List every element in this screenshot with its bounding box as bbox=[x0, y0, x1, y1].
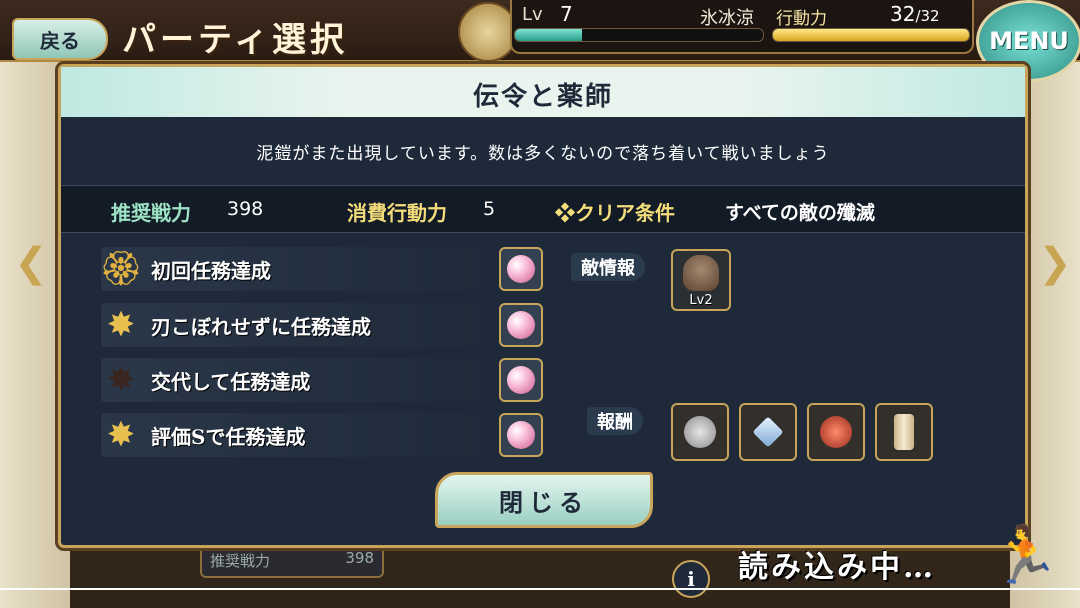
reward-item[interactable] bbox=[807, 403, 865, 461]
level-value: 7 bbox=[560, 2, 573, 26]
stamina-label: 行動力 bbox=[776, 9, 827, 29]
player-status: Lv 7 氷冰涼 行動力 32/32 bbox=[510, 0, 974, 54]
mission-label: 評価Sで任務達成 bbox=[151, 425, 306, 449]
mission-reward-slot[interactable] bbox=[499, 358, 543, 402]
background-power-strip: 推奨戦力 398 bbox=[200, 544, 384, 578]
info-icon[interactable]: i bbox=[672, 560, 710, 598]
reward-item[interactable] bbox=[875, 403, 933, 461]
background-power-label: 推奨戦力 bbox=[210, 552, 271, 570]
dialog-header: 伝令と薬師 bbox=[61, 67, 1025, 117]
stamina-cost-value: 5 bbox=[483, 198, 496, 220]
mission-label: 初回任務達成 bbox=[151, 259, 271, 283]
red-gold-medal-icon: 🏵 bbox=[99, 249, 143, 289]
pink-orb-icon bbox=[507, 311, 535, 339]
stamina-progress-bar bbox=[772, 28, 970, 42]
enemy-portrait-icon bbox=[683, 255, 719, 291]
mission-reward-slot[interactable] bbox=[499, 413, 543, 457]
loading-text: 読み込み中… bbox=[738, 550, 936, 585]
mission-row: ✸ 交代して任務達成 bbox=[101, 358, 543, 402]
player-name: 氷冰涼 bbox=[700, 8, 754, 29]
rewards-label: 報酬 bbox=[587, 407, 643, 435]
dialog-title: 伝令と薬師 bbox=[472, 82, 613, 112]
enemy-info-label: 敵情報 bbox=[571, 253, 645, 281]
enemy-card[interactable]: Lv2 bbox=[671, 249, 731, 311]
close-button[interactable]: 閉じる bbox=[435, 472, 653, 528]
pink-orb-icon bbox=[507, 255, 535, 283]
scroll-icon bbox=[894, 414, 914, 450]
loading-underline bbox=[0, 588, 1080, 590]
mission-info-band: 推奨戦力 398 消費行動力 5 ❖クリア条件 すべての敵の殲滅 bbox=[61, 185, 1025, 233]
reward-item[interactable] bbox=[671, 403, 729, 461]
stamina-progress-fill bbox=[773, 29, 969, 41]
crest-icon bbox=[458, 2, 518, 62]
clear-condition-value: すべての敵の殲滅 bbox=[725, 202, 875, 224]
gold-star-medal-icon: ✸ bbox=[106, 305, 136, 345]
level-progress-fill bbox=[515, 29, 582, 41]
mission-dialog: 伝令と薬師 泥鎧がまた出現しています。数は多くないので落ち着いて戦いましょう 推… bbox=[58, 64, 1028, 548]
mission-row: ✸ 刃こぼれせずに任務達成 bbox=[101, 303, 543, 347]
pink-orb-icon bbox=[507, 421, 535, 449]
clear-condition-label: ❖クリア条件 bbox=[555, 201, 675, 225]
stamina-value: 32/32 bbox=[890, 2, 940, 26]
enemy-level: Lv2 bbox=[689, 293, 713, 308]
charm-icon bbox=[684, 416, 716, 448]
mission-reward-slot[interactable] bbox=[499, 303, 543, 347]
pink-orb-icon bbox=[507, 366, 535, 394]
background-power-value: 398 bbox=[345, 549, 374, 567]
recommended-power-label: 推奨戦力 bbox=[111, 201, 191, 225]
stamina-current: 32 bbox=[890, 2, 916, 26]
stamina-cost-label: 消費行動力 bbox=[347, 201, 447, 225]
recommended-power-value: 398 bbox=[227, 198, 264, 220]
running-ninja-icon: 🏃 bbox=[990, 523, 1060, 588]
chevron-left-icon[interactable]: ❮ bbox=[14, 232, 48, 294]
gold-star-medal-icon: ✸ bbox=[106, 415, 136, 455]
screen-title: パーティ選択 bbox=[122, 20, 348, 60]
mission-label: 刃こぼれせずに任務達成 bbox=[151, 315, 371, 339]
dialog-description: 泥鎧がまた出現しています。数は多くないので落ち着いて戦いましょう bbox=[256, 144, 830, 164]
mission-label: 交代して任務達成 bbox=[151, 370, 311, 394]
chevron-right-icon[interactable]: ❯ bbox=[1038, 232, 1072, 294]
level-label: Lv bbox=[522, 4, 543, 25]
mission-row: 🏵 初回任務達成 bbox=[99, 247, 543, 291]
mission-row: ✸ 評価Sで任務達成 bbox=[101, 413, 543, 457]
reward-item[interactable] bbox=[739, 403, 797, 461]
level-progress-bar bbox=[514, 28, 764, 42]
red-item-icon bbox=[820, 416, 852, 448]
top-bar: 戻る パーティ選択 Lv 7 氷冰涼 行動力 32/32 MENU bbox=[0, 0, 1080, 82]
mission-reward-slot[interactable] bbox=[499, 247, 543, 291]
dark-star-medal-icon: ✸ bbox=[106, 360, 136, 400]
blade-shard-icon bbox=[752, 416, 784, 448]
stamina-max: /32 bbox=[915, 7, 940, 25]
back-button[interactable]: 戻る bbox=[12, 18, 108, 60]
